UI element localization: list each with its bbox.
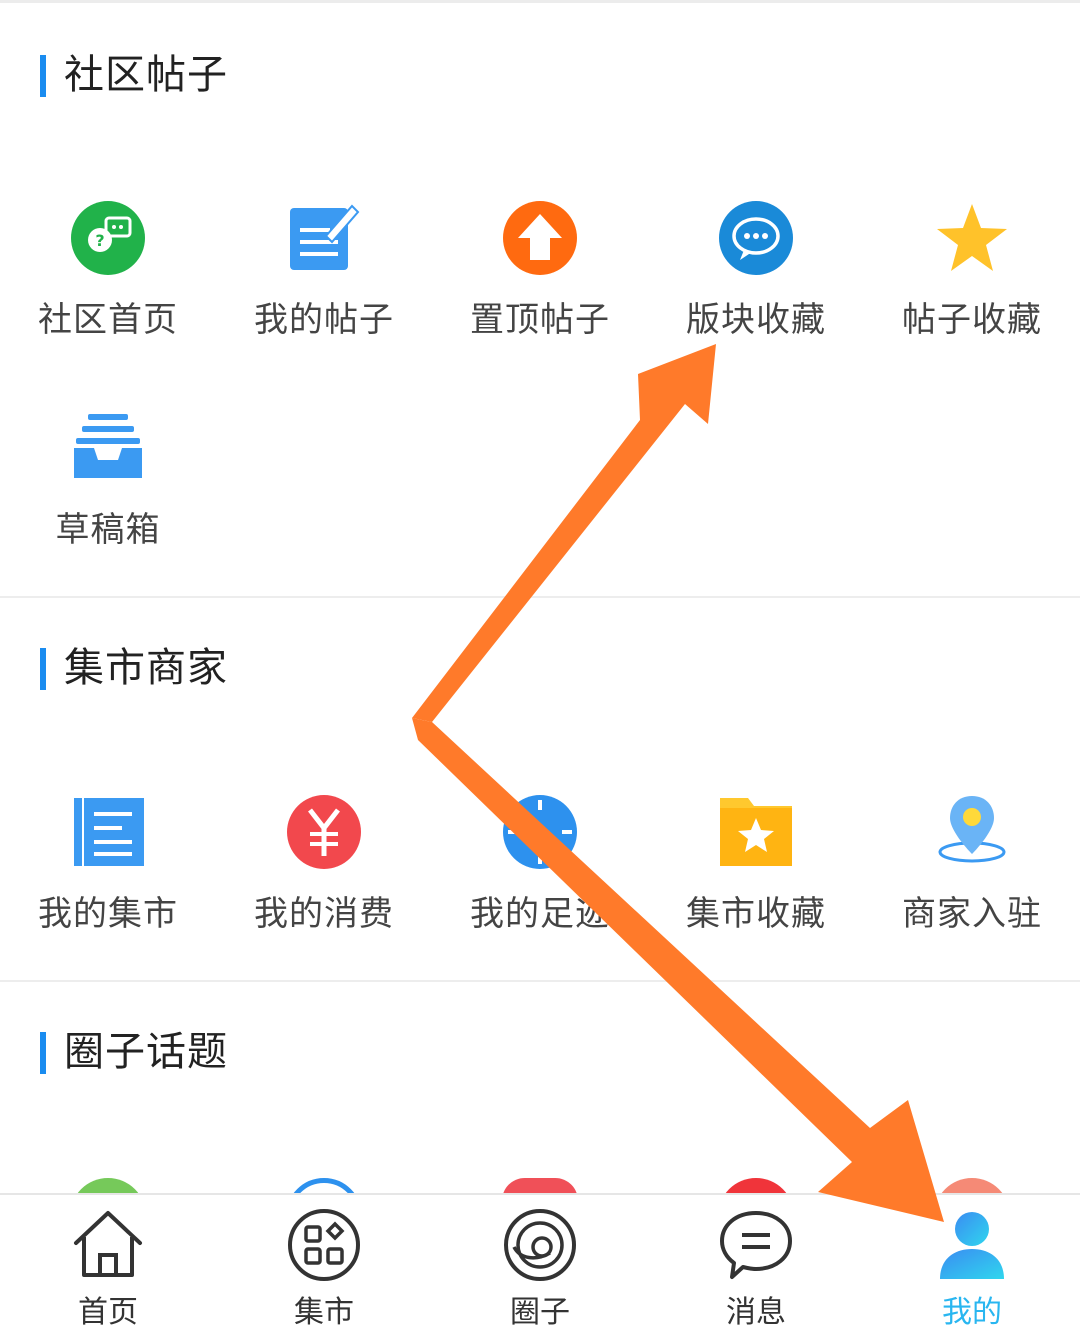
forum-chat-icon	[719, 201, 793, 275]
list-doc-icon	[74, 798, 144, 866]
message-bubble-icon	[720, 1211, 792, 1279]
menu-board-favorites[interactable]: 版块收藏	[648, 200, 864, 380]
drafts-tray-icon	[74, 414, 142, 478]
yuan-icon	[287, 795, 361, 869]
menu-my-posts[interactable]: 我的帖子	[216, 200, 432, 380]
grid-apps-icon	[288, 1209, 360, 1281]
star-folder-icon	[720, 798, 792, 866]
svg-text:?: ?	[95, 231, 104, 250]
section-circle-topics: 圈子话题	[0, 982, 1080, 1194]
bottom-tab-bar: 首页 集市 圈子 消息 我的	[0, 1193, 1080, 1338]
menu-merchant-join[interactable]: 商家入驻	[864, 794, 1080, 974]
section-community-posts: 社区帖子 ? 社区首页 我的帖子 置顶帖子 版块收藏 帖子收藏 草稿箱	[0, 0, 1080, 596]
menu-market-favorites[interactable]: 集市收藏	[648, 794, 864, 974]
orbit-icon	[504, 1209, 576, 1281]
section-accent-bar	[40, 55, 46, 97]
section-accent-bar	[40, 648, 46, 690]
menu-pinned-posts[interactable]: 置顶帖子	[432, 200, 648, 380]
location-pin-icon	[938, 796, 1006, 863]
home-icon	[74, 1211, 142, 1277]
menu-my-market[interactable]: 我的集市	[0, 794, 216, 974]
tab-messages[interactable]: 消息	[648, 1195, 864, 1338]
section-accent-bar	[40, 1032, 46, 1074]
community-chat-icon: ?	[71, 201, 145, 275]
pin-top-icon	[503, 201, 577, 275]
menu-my-spending[interactable]: 我的消费	[216, 794, 432, 974]
tab-market[interactable]: 集市	[216, 1195, 432, 1338]
menu-community-home[interactable]: ? 社区首页	[0, 200, 216, 380]
edit-note-icon	[290, 204, 360, 270]
section-market-merchants: 集市商家 我的集市 我的消费 我的足迹 集市收藏 商家入驻	[0, 598, 1080, 980]
compass-icon	[503, 795, 577, 869]
tab-home[interactable]: 首页	[0, 1195, 216, 1338]
tab-mine[interactable]: 我的	[864, 1195, 1080, 1338]
menu-my-footprints[interactable]: 我的足迹	[432, 794, 648, 974]
menu-post-favorites[interactable]: 帖子收藏	[864, 200, 1080, 380]
star-icon	[937, 204, 1007, 271]
user-icon	[940, 1212, 1004, 1279]
menu-drafts[interactable]: 草稿箱	[0, 410, 216, 590]
tab-circle[interactable]: 圈子	[432, 1195, 648, 1338]
